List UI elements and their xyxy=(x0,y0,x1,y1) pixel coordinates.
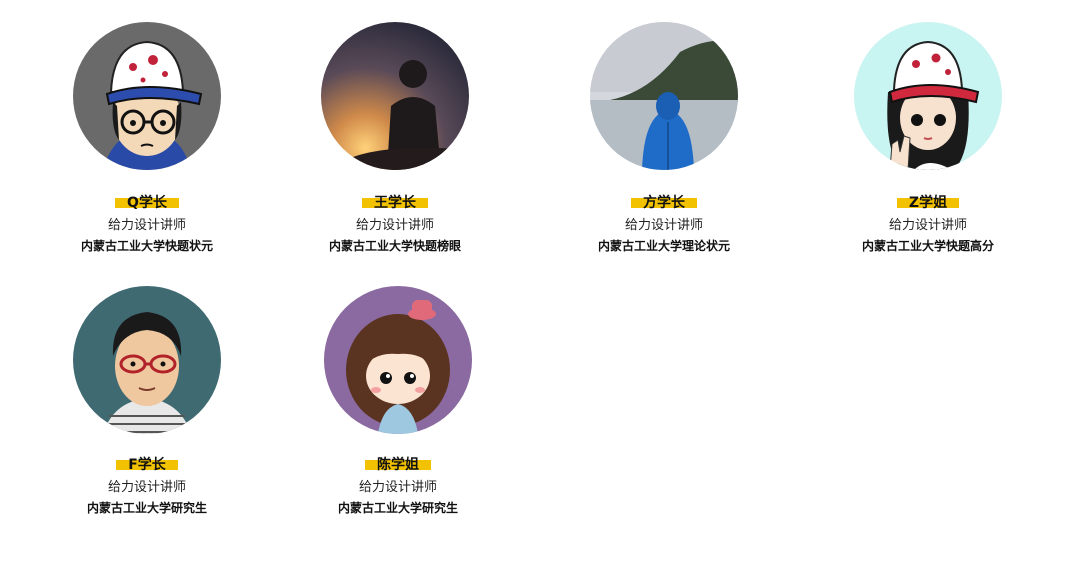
mentor-card: Q学长 给力设计讲师 内蒙古工业大学快题状元 xyxy=(27,22,267,254)
mentor-name: Z学姐 xyxy=(896,193,960,213)
mentor-title: 给力设计讲师 xyxy=(888,218,967,233)
mentor-description: 内蒙古工业大学快题高分 xyxy=(861,239,994,253)
mentor-card: 陈学姐 给力设计讲师 内蒙古工业大学研究生 xyxy=(278,286,518,516)
mentor-title: 给力设计讲师 xyxy=(355,218,434,233)
mentor-card: Z学姐 给力设计讲师 内蒙古工业大学快题高分 xyxy=(808,22,1048,254)
mentor-card: 方学长 给力设计讲师 内蒙古工业大学理论状元 xyxy=(544,22,784,254)
glasses-man-avatar xyxy=(73,286,221,434)
mentor-name: Q学长 xyxy=(115,193,179,213)
mentor-description: 内蒙古工业大学理论状元 xyxy=(597,239,730,253)
mentor-title: 给力设计讲师 xyxy=(358,480,437,495)
mentor-title: 给力设计讲师 xyxy=(624,218,703,233)
mentor-card: 王学长 给力设计讲师 内蒙古工业大学快题榜眼 xyxy=(275,22,515,254)
sunset-silhouette-avatar xyxy=(321,22,469,170)
mentor-card: F学长 给力设计讲师 内蒙古工业大学研究生 xyxy=(27,286,267,516)
mentor-name: 方学长 xyxy=(631,193,697,213)
mentor-description: 内蒙古工业大学快题榜眼 xyxy=(328,239,461,253)
cap-boy-avatar xyxy=(73,22,221,170)
cap-girl-avatar xyxy=(854,22,1002,170)
mentor-name: 陈学姐 xyxy=(365,455,431,475)
cartoon-girl-avatar xyxy=(324,286,472,434)
mentor-name: 王学长 xyxy=(362,193,428,213)
mentor-description: 内蒙古工业大学研究生 xyxy=(86,501,207,515)
mentor-name: F学长 xyxy=(116,455,178,475)
mentor-title: 给力设计讲师 xyxy=(107,480,186,495)
mentor-description: 内蒙古工业大学快题状元 xyxy=(80,239,213,253)
lake-hoodie-avatar xyxy=(590,22,738,170)
mentor-title: 给力设计讲师 xyxy=(107,218,186,233)
mentor-description: 内蒙古工业大学研究生 xyxy=(337,501,458,515)
